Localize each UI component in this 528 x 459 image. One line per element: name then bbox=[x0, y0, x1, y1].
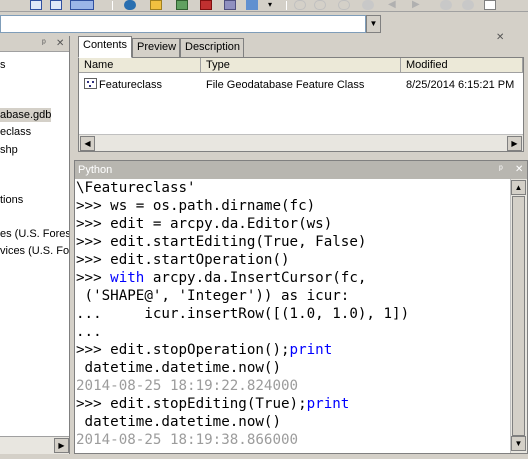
scroll-left-icon[interactable]: ◀ bbox=[80, 136, 95, 151]
catalog-tree-titlebar: ᵖ ✕ bbox=[0, 36, 69, 52]
window-icon[interactable] bbox=[484, 0, 496, 10]
toolbar-separator bbox=[286, 1, 287, 10]
location-dropdown-button[interactable]: ▼ bbox=[366, 15, 381, 33]
console-line: >>> edit.stopOperation();print bbox=[76, 342, 333, 358]
feature-class-icon bbox=[84, 78, 97, 89]
tree-item[interactable]: eclass bbox=[0, 125, 31, 139]
tree-horizontal-scrollbar[interactable]: ▶ bbox=[0, 436, 69, 454]
close-icon[interactable]: ✕ bbox=[496, 33, 504, 43]
console-line: >>> edit.stopEditing(True);print bbox=[76, 396, 350, 412]
console-line: 2014-08-25 18:19:38.866000 bbox=[76, 432, 299, 448]
tree-item[interactable]: tions bbox=[0, 193, 23, 207]
console-line: datetime.datetime.now() bbox=[76, 414, 281, 430]
column-header-type[interactable]: Type bbox=[201, 58, 401, 73]
pan-icon[interactable] bbox=[362, 0, 374, 10]
scroll-right-icon[interactable]: ▶ bbox=[507, 136, 522, 151]
forward-icon[interactable]: ▶ bbox=[412, 0, 424, 10]
catalog-options-icon[interactable] bbox=[224, 0, 236, 10]
contents-list: Name Type Modified Featureclass File Geo… bbox=[78, 57, 524, 152]
python-title-text: Python bbox=[78, 164, 113, 176]
console-line: ('SHAPE@', 'Integer')) as icur: bbox=[76, 288, 350, 304]
python-console[interactable]: \Featureclass' >>> ws = os.path.dirname(f… bbox=[75, 179, 510, 453]
tab-preview[interactable]: Preview bbox=[132, 38, 180, 57]
row-modified: 8/25/2014 6:15:21 PM bbox=[406, 79, 515, 91]
scroll-right-icon[interactable]: ▶ bbox=[54, 438, 69, 453]
tree-item-selected[interactable]: abase.gdb bbox=[0, 108, 52, 122]
full-extent-icon[interactable] bbox=[338, 0, 350, 10]
console-line: \Featureclass' bbox=[76, 180, 196, 196]
scroll-down-icon[interactable]: ▼ bbox=[511, 436, 526, 451]
console-line: ... icur.insertRow([(1.0, 1.0), 1]) bbox=[76, 306, 410, 322]
info-icon[interactable] bbox=[462, 0, 474, 10]
catalog-content-panel: Contents Preview Description ✕ Name Type… bbox=[74, 33, 528, 156]
console-line: 2014-08-25 18:19:22.824000 bbox=[76, 378, 299, 394]
list-view-icon[interactable] bbox=[30, 0, 42, 10]
tab-description[interactable]: Description bbox=[180, 38, 244, 57]
toolbar-separator bbox=[112, 1, 113, 10]
zoom-in-icon[interactable] bbox=[294, 0, 306, 10]
column-header-name[interactable]: Name bbox=[79, 58, 201, 73]
location-bar: ▼ bbox=[0, 13, 528, 36]
python-window-title: Python ᵖ ✕ bbox=[75, 161, 527, 179]
row-name[interactable]: Featureclass bbox=[99, 78, 162, 92]
search-window-icon[interactable] bbox=[246, 0, 258, 10]
tree-item[interactable]: es (U.S. Forest bbox=[0, 227, 69, 241]
disconnect-icon[interactable] bbox=[176, 0, 188, 10]
console-line: >>> ws = os.path.dirname(fc) bbox=[76, 198, 316, 214]
row-type: File Geodatabase Feature Class bbox=[206, 79, 365, 91]
console-line: >>> edit.startEditing(True, False) bbox=[76, 234, 367, 250]
thumbnails-view-icon[interactable] bbox=[70, 0, 94, 10]
pin-icon[interactable]: ᵖ bbox=[42, 39, 46, 49]
console-line: datetime.datetime.now() bbox=[76, 360, 281, 376]
contents-horizontal-scrollbar[interactable]: ◀ ▶ bbox=[79, 134, 523, 151]
scrollbar-thumb[interactable] bbox=[512, 196, 525, 436]
connect-icon[interactable] bbox=[124, 0, 136, 10]
console-line: >>> edit.startOperation() bbox=[76, 252, 290, 268]
console-line: >>> with arcpy.da.InsertCursor(fc, bbox=[76, 270, 367, 286]
zoom-out-icon[interactable] bbox=[314, 0, 326, 10]
console-line: >>> edit = arcpy.da.Editor(ws) bbox=[76, 216, 333, 232]
pin-icon[interactable]: ᵖ bbox=[499, 165, 503, 175]
tab-contents[interactable]: Contents bbox=[78, 36, 132, 58]
toolbar-overflow-icon[interactable]: ▾ bbox=[268, 0, 278, 10]
catalog-tree: ᵖ ✕ s abase.gdb eclass shp tions es (U.S… bbox=[0, 36, 70, 454]
python-window: Python ᵖ ✕ \Featureclass' >>> ws = os.pat… bbox=[74, 160, 528, 454]
toolbar: ▾ ◀ ▶ bbox=[0, 0, 528, 12]
tree-item[interactable]: shp bbox=[0, 143, 18, 157]
add-data-icon[interactable] bbox=[150, 0, 162, 10]
tree-item[interactable]: s bbox=[0, 58, 6, 72]
close-icon[interactable]: ✕ bbox=[56, 39, 64, 49]
python-vertical-scrollbar[interactable]: ▲ ▼ bbox=[510, 179, 527, 453]
tree-item[interactable]: vices (U.S. Fo bbox=[0, 244, 69, 258]
scroll-up-icon[interactable]: ▲ bbox=[511, 180, 526, 195]
location-input[interactable] bbox=[0, 15, 366, 33]
column-header-modified[interactable]: Modified bbox=[401, 58, 523, 73]
identify-icon[interactable] bbox=[440, 0, 452, 10]
console-line: ... bbox=[76, 324, 102, 340]
close-icon[interactable]: ✕ bbox=[515, 165, 523, 175]
details-view-icon[interactable] bbox=[50, 0, 62, 10]
delete-icon[interactable] bbox=[200, 0, 212, 10]
back-icon[interactable]: ◀ bbox=[388, 0, 400, 10]
